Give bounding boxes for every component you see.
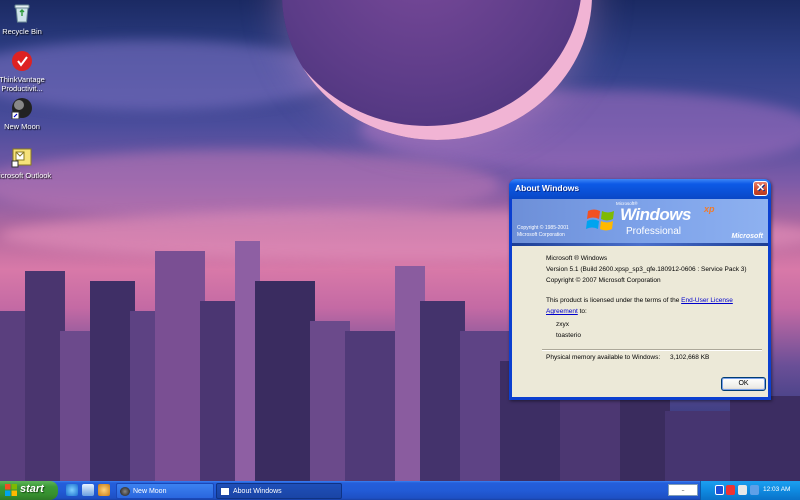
licensee-org: toasterio (556, 332, 581, 339)
desktop-icon-outlook[interactable]: Microsoft Outlook (0, 146, 54, 180)
desktop-icon-recycle-bin[interactable]: Recycle Bin (0, 2, 54, 36)
banner-divider (512, 243, 768, 246)
desktop-icon-label: Microsoft Outlook (0, 171, 52, 180)
dialog-titlebar[interactable]: About Windows ✕ (509, 179, 771, 199)
memory-value: 3,102,668 KB (670, 354, 710, 361)
license-prefix: This product is licensed under the terms… (546, 297, 680, 304)
banner-edition: Professional (626, 226, 682, 237)
windows-flag-icon (586, 205, 616, 235)
license-suffix: to: (579, 308, 587, 315)
ie-icon[interactable] (66, 484, 78, 496)
memory-label: Physical memory available to Windows: (546, 354, 661, 361)
close-icon[interactable]: ✕ (753, 181, 768, 196)
show-desktop-icon[interactable] (82, 484, 94, 496)
separator (542, 349, 762, 351)
license-text: This product is licensed under the terms… (546, 295, 761, 317)
version-string: Version 5.1 (Build 2600.xpsp_sp3_qfe.180… (546, 266, 747, 273)
desktop-icon-label: ThinkVantage Productivit... (0, 75, 45, 93)
desktop-icon-new-moon[interactable]: New Moon (0, 97, 54, 131)
new-moon-browser-icon (120, 487, 130, 496)
battery-icon[interactable] (750, 485, 759, 495)
start-label: start (20, 483, 44, 495)
desktop-icon-label: New Moon (4, 122, 40, 131)
clock[interactable]: 12:03 AM (763, 486, 790, 493)
taskbar: start New Moon About Windows .. 12:03 AM (0, 481, 800, 500)
about-windows-dialog: About Windows ✕ Copyright © 1985-2001 Mi… (509, 179, 771, 400)
banner-copyright-line1: Copyright © 1985-2001 (517, 225, 569, 231)
banner-xp-mark: xp (704, 204, 715, 214)
task-label: New Moon (133, 488, 167, 495)
system-tray: 12:03 AM (700, 481, 800, 500)
desktop-icon-thinkvantage[interactable]: ThinkVantage Productivit... (0, 50, 54, 93)
banner-copyright-line2: Microsoft Corporation (517, 232, 565, 238)
task-label: About Windows (233, 488, 282, 495)
network-icon[interactable] (715, 485, 724, 495)
banner-copyright: Copyright © 1985-2001 Microsoft Corporat… (517, 225, 569, 239)
desktop-icon-label: Recycle Bin (2, 27, 42, 36)
task-new-moon[interactable]: New Moon (116, 483, 214, 499)
dialog-body: Copyright © 1985-2001 Microsoft Corporat… (512, 199, 768, 397)
licensee-name: zxyx (556, 321, 569, 328)
dialog-title: About Windows (515, 183, 580, 193)
new-moon-browser-icon (11, 97, 33, 120)
memory-info: Physical memory available to Windows: 3,… (546, 354, 709, 361)
copyright-text: Copyright © 2007 Microsoft Corporation (546, 277, 661, 284)
ok-button[interactable]: OK (721, 377, 766, 391)
outlook-icon (11, 146, 33, 168)
version-info: Microsoft ® Windows Version 5.1 (Build 2… (546, 253, 761, 341)
recycle-bin-icon (11, 2, 33, 24)
thinkvantage-icon (11, 50, 33, 72)
security-alert-icon[interactable] (726, 485, 735, 495)
product-name: Microsoft ® Windows (546, 255, 608, 262)
task-about-windows[interactable]: About Windows (216, 483, 342, 499)
media-player-icon[interactable] (98, 484, 110, 496)
banner-windows-wordmark: Windows (620, 205, 691, 224)
microsoft-logo: Microsoft (731, 233, 764, 240)
volume-icon[interactable] (738, 485, 747, 495)
windows-flag-icon (5, 484, 17, 496)
windows-xp-banner: Copyright © 1985-2001 Microsoft Corporat… (512, 199, 768, 243)
start-button[interactable]: start (0, 481, 58, 500)
taskbar-search-box[interactable]: .. (668, 484, 698, 496)
window-icon (220, 487, 230, 496)
